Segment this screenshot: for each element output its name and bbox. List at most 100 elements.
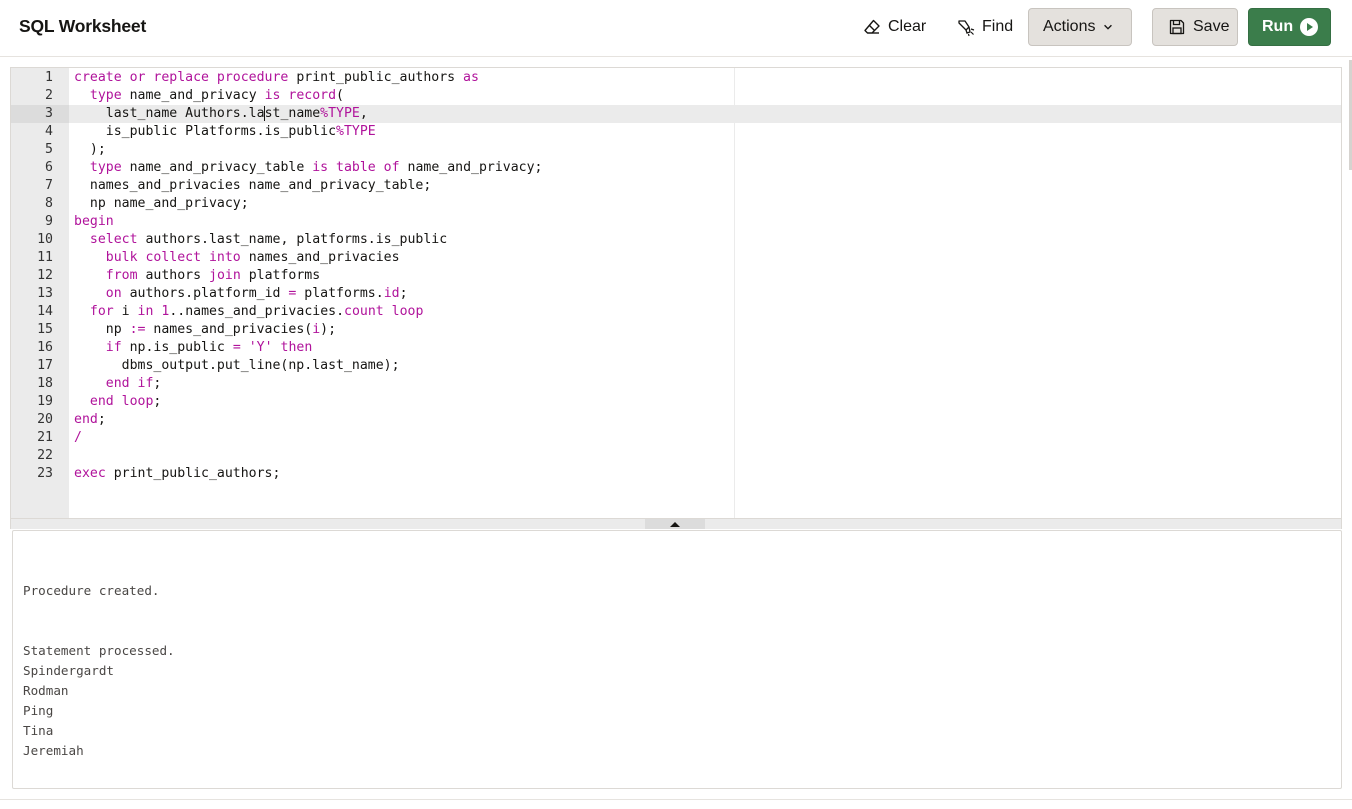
output-panel: Procedure created. Statement processed. Sp… bbox=[12, 530, 1342, 789]
code-line[interactable]: 23 exec print_public_authors; bbox=[11, 465, 1341, 483]
code-text: np name_and_privacy; bbox=[74, 195, 249, 213]
code-text: type name_and_privacy_table is table of … bbox=[74, 159, 543, 177]
code-line[interactable]: 15 np := names_and_privacies(i); bbox=[11, 321, 1341, 339]
output-line: Spindergardt bbox=[23, 663, 114, 678]
code-text: exec print_public_authors; bbox=[74, 465, 280, 483]
keyword-token: / bbox=[74, 430, 82, 445]
code-line[interactable]: 2 type name_and_privacy is record( bbox=[11, 87, 1341, 105]
keyword-token: on bbox=[105, 286, 122, 301]
code-line[interactable]: 11 bulk collect into names_and_privacies bbox=[11, 249, 1341, 267]
find-button-label: Find bbox=[982, 18, 1014, 35]
code-line[interactable]: 6 type name_and_privacy_table is table o… bbox=[11, 159, 1341, 177]
code-token: ); bbox=[320, 322, 337, 337]
line-number: 14 bbox=[37, 304, 53, 319]
code-editor[interactable]: 1 create or replace procedure print_publi… bbox=[10, 67, 1342, 519]
code-text: end; bbox=[74, 411, 106, 429]
keyword-token: loop bbox=[391, 304, 424, 319]
code-line[interactable]: 7 names_and_privacies name_and_privacy_t… bbox=[11, 177, 1341, 195]
code-line[interactable]: 18 end if; bbox=[11, 375, 1341, 393]
code-text: np := names_and_privacies(i); bbox=[74, 321, 336, 339]
code-line[interactable]: 12 from authors join platforms bbox=[11, 267, 1341, 285]
code-line[interactable]: 17 dbms_output.put_line(np.last_name); bbox=[11, 357, 1341, 375]
output-line: Ping bbox=[23, 703, 54, 718]
code-line[interactable]: 10 select authors.last_name, platforms.i… bbox=[11, 231, 1341, 249]
code-token: names_and_privacies name_and_privacy_tab… bbox=[74, 178, 432, 193]
code-line[interactable]: 8 np name_and_privacy; bbox=[11, 195, 1341, 213]
code-text: end loop; bbox=[74, 393, 161, 411]
chevron-down-icon bbox=[1101, 17, 1115, 37]
line-number: 13 bbox=[37, 286, 53, 301]
code-line[interactable]: 3 last_name Authors.last_name%TYPE, bbox=[11, 105, 1341, 123]
actions-button-label: Actions bbox=[1043, 18, 1096, 35]
line-number: 3 bbox=[11, 105, 69, 123]
clear-button[interactable]: Clear bbox=[850, 8, 938, 46]
code-text: if np.is_public = 'Y' then bbox=[74, 339, 313, 357]
code-line[interactable]: 13 on authors.platform_id = platforms.id… bbox=[11, 285, 1341, 303]
keyword-token: is table of bbox=[312, 160, 400, 175]
keyword-token: end if bbox=[105, 376, 154, 391]
code-text: on authors.platform_id = platforms.id; bbox=[74, 285, 408, 303]
keyword-token: type bbox=[89, 160, 122, 175]
code-token: last_name Authors.la bbox=[74, 106, 265, 121]
code-token: dbms_output.put_line(np.last_name); bbox=[74, 358, 400, 373]
keyword-token: id bbox=[383, 286, 400, 301]
code-text: dbms_output.put_line(np.last_name); bbox=[74, 357, 400, 375]
keyword-token: is record bbox=[264, 88, 337, 103]
code-line[interactable]: 20 end; bbox=[11, 411, 1341, 429]
actions-menu-button[interactable]: Actions bbox=[1028, 8, 1132, 46]
caret-up-icon bbox=[670, 521, 680, 527]
keyword-token: end bbox=[74, 412, 98, 427]
keyword-token: 'Y' bbox=[248, 340, 273, 355]
eraser-icon bbox=[862, 17, 882, 37]
code-token: np.is_public bbox=[121, 340, 233, 355]
code-line[interactable]: 21 / bbox=[11, 429, 1341, 447]
code-text: names_and_privacies name_and_privacy_tab… bbox=[74, 177, 431, 195]
line-number: 18 bbox=[37, 376, 53, 391]
code-line[interactable]: 19 end loop; bbox=[11, 393, 1341, 411]
keyword-token: exec bbox=[74, 466, 106, 481]
code-line[interactable]: 22 bbox=[11, 447, 1341, 465]
code-token: is_public Platforms.is_public bbox=[74, 124, 337, 139]
code-line[interactable]: 14 for i in 1..names_and_privacies.count… bbox=[11, 303, 1341, 321]
output-line: Jeremiah bbox=[23, 743, 84, 758]
line-number: 5 bbox=[45, 142, 53, 157]
code-line[interactable]: 16 if np.is_public = 'Y' then bbox=[11, 339, 1341, 357]
collapse-output-handle[interactable] bbox=[645, 519, 705, 529]
code-line[interactable]: 4 is_public Platforms.is_public%TYPE bbox=[11, 123, 1341, 141]
output-lines: Procedure created. Statement processed. Sp… bbox=[23, 561, 175, 761]
floppy-disk-icon bbox=[1167, 17, 1187, 37]
clear-button-label: Clear bbox=[888, 18, 927, 35]
keyword-token: for bbox=[89, 304, 114, 319]
output-line: Tina bbox=[23, 723, 54, 738]
pane-splitter[interactable] bbox=[10, 519, 1342, 529]
code-token: print_public_authors; bbox=[105, 466, 281, 481]
code-text: create or replace procedure print_public… bbox=[74, 69, 479, 87]
keyword-token: i bbox=[312, 322, 321, 337]
code-line[interactable]: 5 ); bbox=[11, 141, 1341, 159]
keyword-token: create or replace procedure bbox=[74, 70, 289, 85]
run-button[interactable]: Run bbox=[1248, 8, 1331, 46]
code-token: st_name bbox=[263, 106, 321, 121]
code-token: name_and_privacy bbox=[121, 88, 265, 103]
page-title: SQL Worksheet bbox=[19, 16, 147, 36]
code-line[interactable]: 1 create or replace procedure print_publi… bbox=[11, 69, 1341, 87]
save-button[interactable]: Save bbox=[1152, 8, 1238, 46]
line-number: 22 bbox=[37, 448, 53, 463]
code-text: from authors join platforms bbox=[74, 267, 320, 285]
code-token: ..names_and_privacies. bbox=[169, 304, 345, 319]
find-button[interactable]: Find bbox=[944, 8, 1025, 46]
run-button-label: Run bbox=[1262, 18, 1294, 35]
line-number: 21 bbox=[37, 430, 53, 445]
line-number: 2 bbox=[45, 88, 53, 103]
output-line: Rodman bbox=[23, 683, 69, 698]
code-token: name_and_privacy_table bbox=[121, 160, 313, 175]
editor-lines[interactable]: 1 create or replace procedure print_publi… bbox=[11, 69, 1341, 483]
code-token: print_public_authors bbox=[288, 70, 464, 85]
code-token: ; bbox=[153, 394, 162, 409]
code-line[interactable]: 9 begin bbox=[11, 213, 1341, 231]
code-text: bulk collect into names_and_privacies bbox=[74, 249, 400, 267]
code-token: authors.platform_id bbox=[121, 286, 289, 301]
